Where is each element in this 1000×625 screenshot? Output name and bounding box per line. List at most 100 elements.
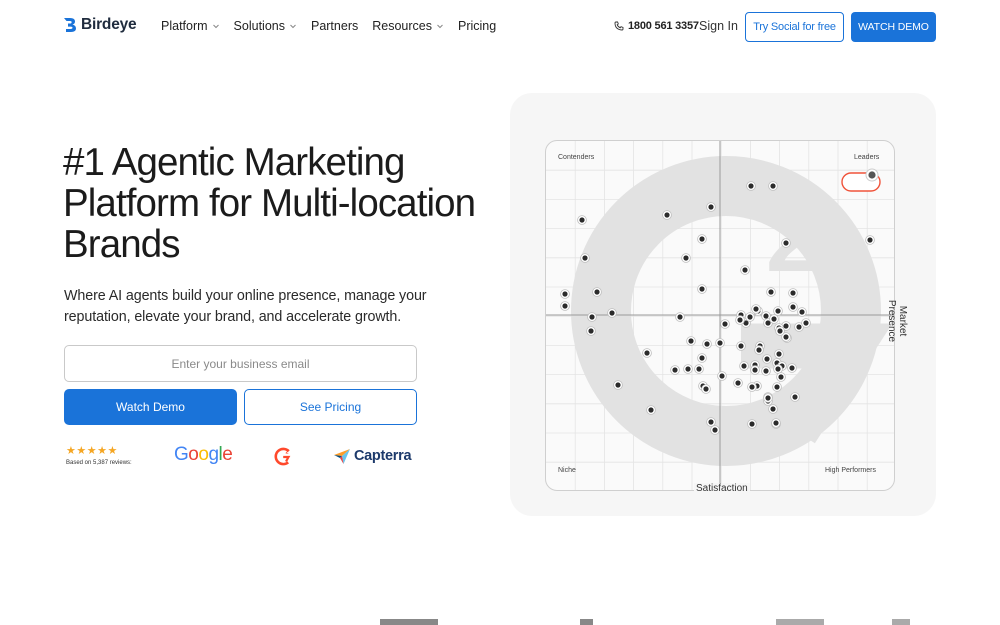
partner-logo	[580, 619, 593, 625]
grid-dot	[764, 356, 770, 362]
g2-watermark-digit: 2	[766, 186, 819, 292]
grid-dot	[672, 367, 678, 373]
menu-partners[interactable]: Partners	[311, 19, 358, 33]
chevron-down-icon	[437, 24, 443, 29]
grid-dot	[765, 395, 771, 401]
review-count: Based on 5,387 reviews:	[66, 460, 132, 466]
grid-dot	[789, 365, 795, 371]
phone-number: 1800 561 3357	[628, 20, 699, 32]
grid-dot	[752, 367, 758, 373]
see-pricing-button[interactable]: See Pricing	[244, 389, 417, 425]
hero-title: #1 Agentic Marketing Platform for Multi-…	[63, 141, 476, 266]
grid-dot	[615, 382, 621, 388]
grid-dot	[790, 290, 796, 296]
watch-demo-button[interactable]: Watch Demo	[64, 389, 237, 425]
menu-platform[interactable]: Platform	[161, 19, 220, 33]
grid-dot	[783, 323, 789, 329]
grid-dot	[664, 212, 670, 218]
g2-logo-icon: 2	[273, 446, 294, 467]
sign-in-link[interactable]: Sign In	[699, 19, 738, 33]
grid-dot	[717, 340, 723, 346]
grid-dot	[588, 328, 594, 334]
try-social-button[interactable]: Try Social for free	[745, 12, 844, 42]
grid-dot	[683, 255, 689, 261]
grid-dot	[756, 347, 762, 353]
x-axis-label: Satisfaction	[694, 483, 750, 494]
grid-dot	[738, 343, 744, 349]
grid-dot	[648, 407, 654, 413]
quadrant-high-performers: High Performers	[825, 467, 876, 474]
g2-grid-card: 2	[545, 140, 895, 491]
grid-dot	[775, 366, 781, 372]
grid-dot	[741, 363, 747, 369]
partner-logo	[776, 619, 824, 625]
chevron-down-icon	[212, 24, 219, 29]
grid-dot	[712, 427, 718, 433]
rating-stars: ★★★★★	[66, 445, 118, 457]
grid-dot	[774, 384, 780, 390]
grid-dot	[735, 380, 741, 386]
menu-resources[interactable]: Resources	[372, 19, 444, 33]
review-rating: ★★★★★ Based on 5,387 reviews:	[66, 445, 132, 467]
grid-dot	[790, 304, 796, 310]
grid-dot	[594, 289, 600, 295]
grid-dot	[699, 286, 705, 292]
grid-dot	[699, 236, 705, 242]
birdeye-logo-icon	[64, 18, 76, 32]
grid-dot	[747, 314, 753, 320]
grid-dot	[773, 420, 779, 426]
grid-dot	[771, 316, 777, 322]
grid-dot	[776, 351, 782, 357]
birdeye-logo[interactable]: Birdeye	[63, 16, 137, 34]
grid-dot	[792, 394, 798, 400]
grid-dot	[644, 350, 650, 356]
business-email-input[interactable]	[64, 345, 417, 382]
menu-solutions[interactable]: Solutions	[234, 19, 297, 33]
grid-dot	[737, 317, 743, 323]
grid-dot	[579, 217, 585, 223]
grid-dot	[685, 366, 691, 372]
brand-name: Birdeye	[81, 16, 137, 33]
grid-dot	[719, 373, 725, 379]
grid-dot	[768, 289, 774, 295]
phone-link[interactable]: 1800 561 3357	[614, 20, 699, 32]
grid-dot	[796, 324, 802, 330]
menu-platform-label: Platform	[161, 19, 208, 33]
capterra-text: Capterra	[354, 448, 412, 464]
grid-dot	[778, 374, 784, 380]
grid-dot	[699, 355, 705, 361]
grid-dot	[609, 310, 615, 316]
capterra-logo: Capterra	[334, 448, 412, 464]
quadrant-contenders: Contenders	[558, 154, 595, 161]
grid-dot	[562, 291, 568, 297]
grid-dot	[696, 366, 702, 372]
svg-text:2: 2	[286, 450, 289, 456]
grid-dot	[867, 237, 873, 243]
partner-logo	[380, 619, 438, 625]
hero-subtitle: Where AI agents build your online presen…	[64, 288, 427, 325]
phone-icon	[614, 21, 624, 31]
grid-dot	[763, 368, 769, 374]
main-menu: Platform Solutions Partners Resources Pr…	[161, 19, 510, 33]
grid-dot	[703, 386, 709, 392]
grid-dot	[562, 303, 568, 309]
grid-dot	[708, 419, 714, 425]
top-navigation: Birdeye Platform Solutions Partners Reso…	[0, 0, 1000, 54]
capterra-arrow-icon	[334, 448, 350, 464]
quadrant-leaders: Leaders	[854, 154, 880, 161]
menu-pricing[interactable]: Pricing	[458, 19, 496, 33]
grid-dot	[589, 314, 595, 320]
quadrant-niche: Niche	[558, 467, 576, 474]
grid-dot	[783, 334, 789, 340]
grid-dot	[708, 204, 714, 210]
grid-dot	[775, 308, 781, 314]
grid-dot	[799, 309, 805, 315]
g2-grid-graphic: 2	[546, 141, 894, 490]
watch-demo-top-button[interactable]: WATCH DEMO	[851, 12, 936, 42]
grid-dot	[582, 255, 588, 261]
menu-resources-label: Resources	[372, 19, 432, 33]
y-axis-label: Market Presence	[886, 299, 908, 343]
birdeye-dot	[868, 171, 876, 179]
grid-dot	[770, 183, 776, 189]
grid-dot	[783, 240, 789, 246]
